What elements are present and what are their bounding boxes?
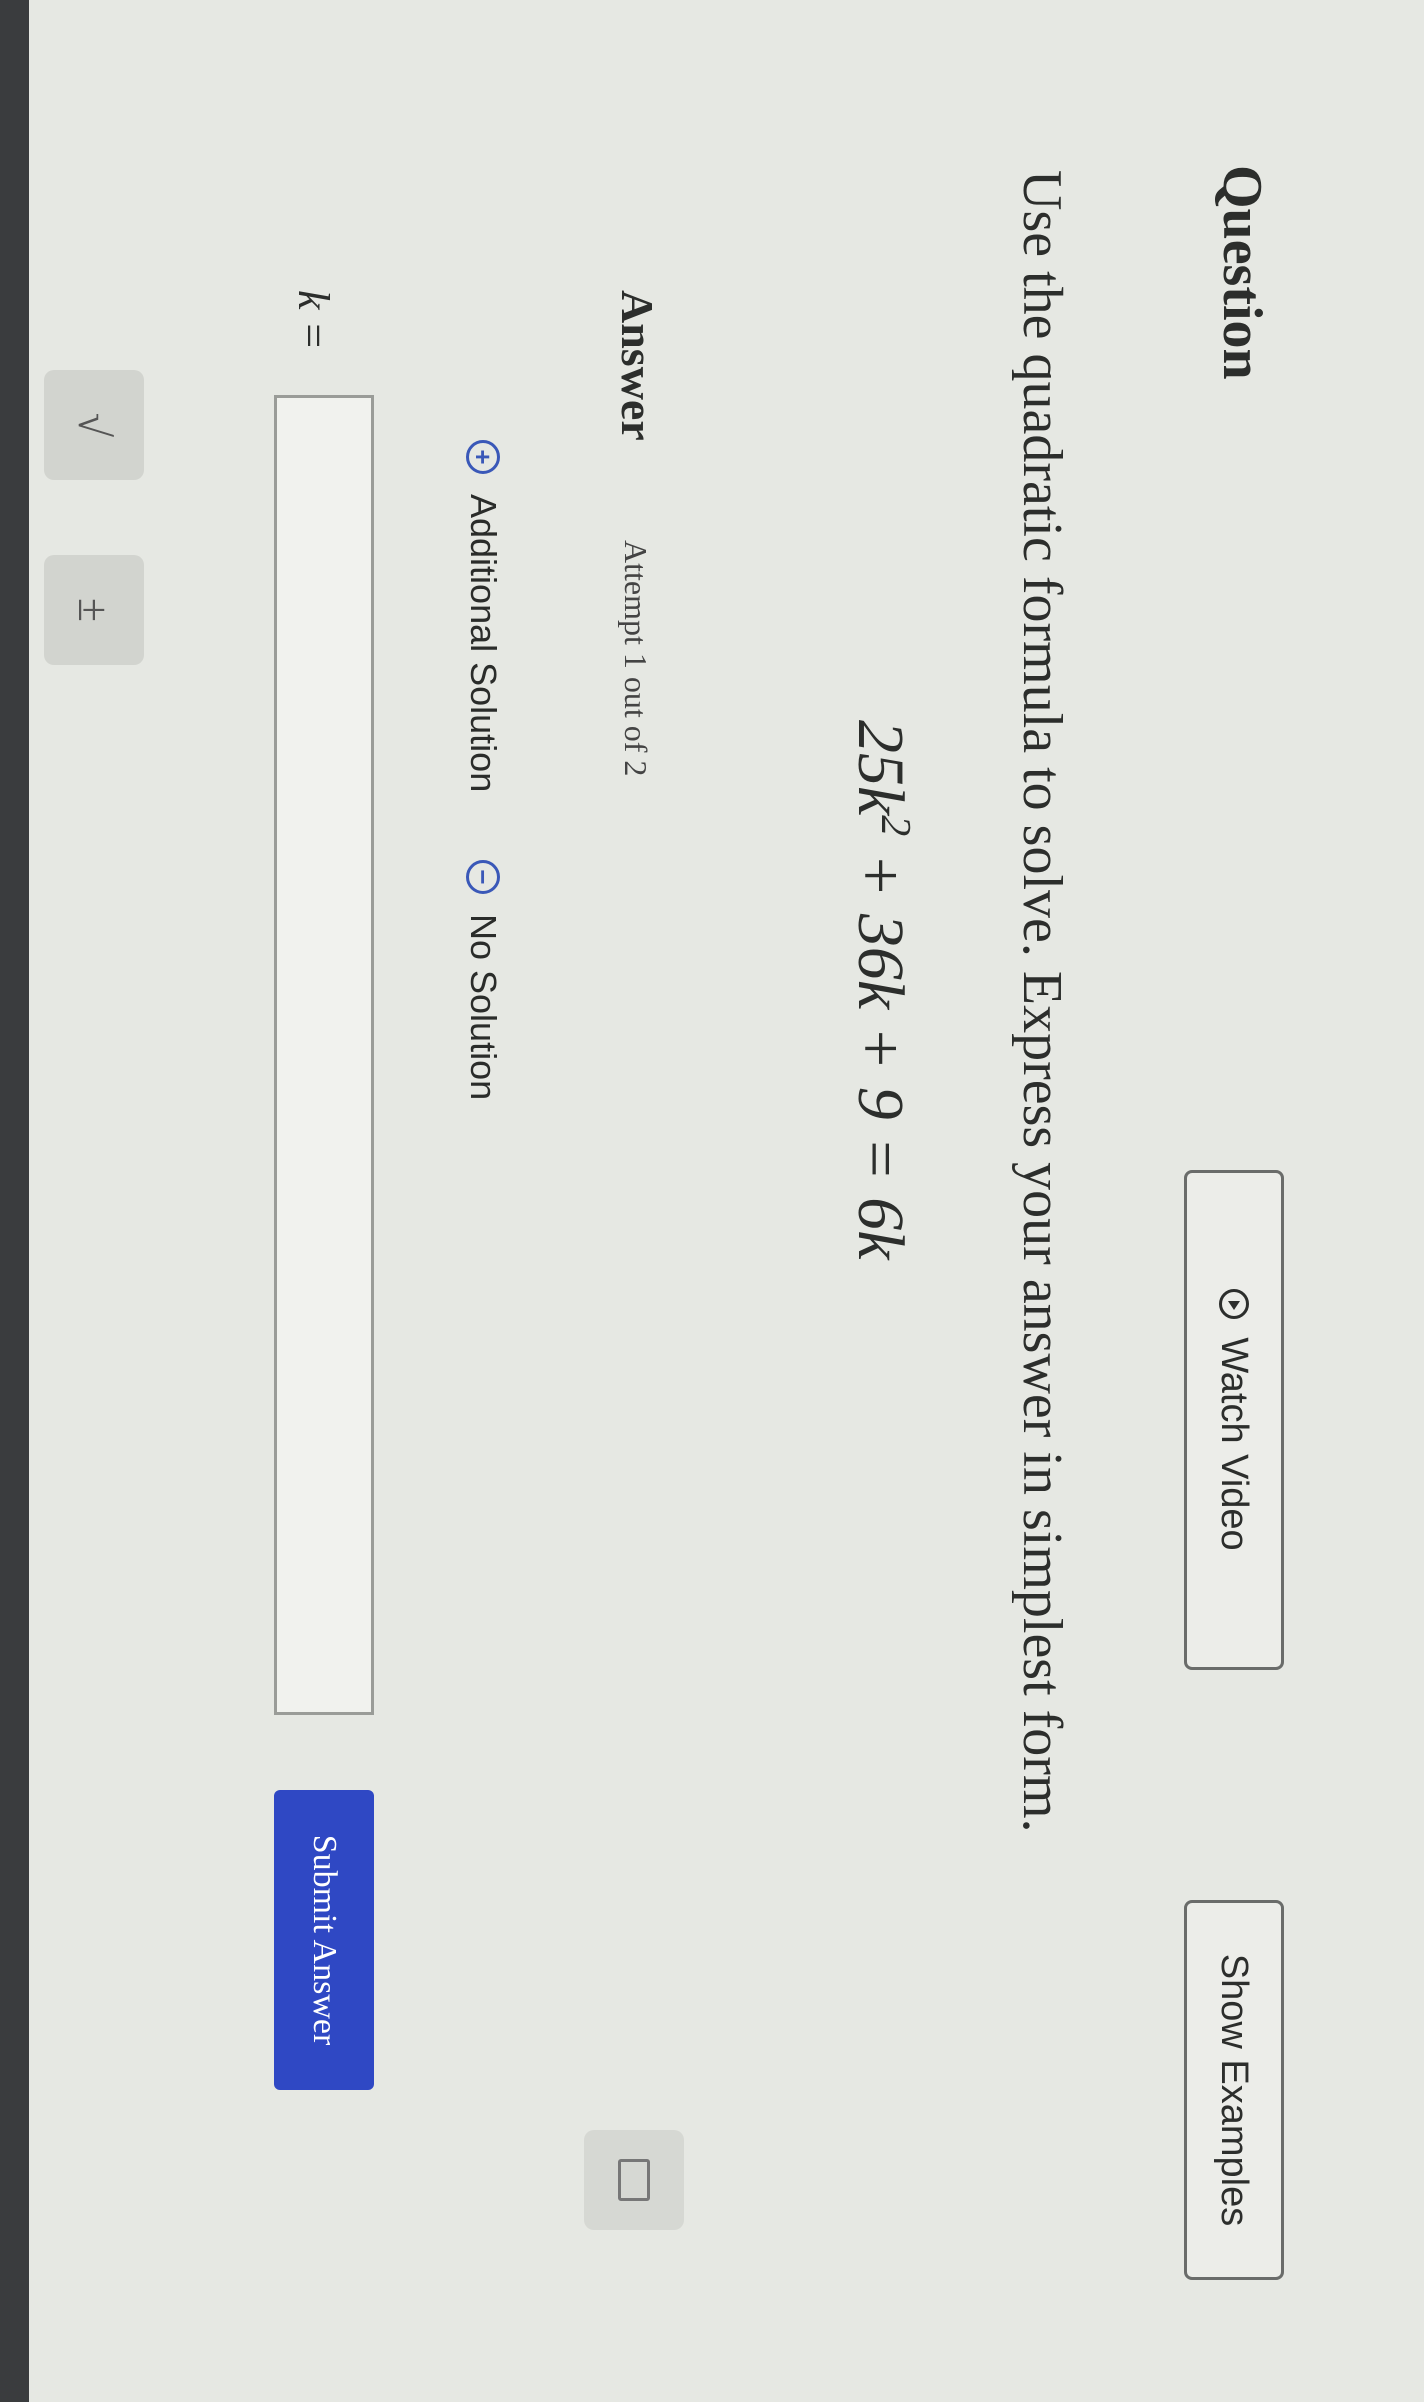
plus-minus-button[interactable]: ± — [44, 555, 144, 665]
additional-solution-option[interactable]: + Additional Solution — [462, 440, 504, 792]
answer-heading: Answer — [612, 290, 663, 441]
watch-video-label: Watch Video — [1213, 1337, 1256, 1551]
minus-circle-icon: − — [466, 860, 500, 894]
play-circle-icon — [1219, 1289, 1249, 1320]
submit-answer-button[interactable]: Submit Answer — [274, 1790, 374, 2090]
no-solution-option[interactable]: − No Solution — [462, 860, 504, 1100]
question-prompt: Use the quadratic formula to solve. Expr… — [1011, 170, 1073, 1833]
sqrt-button[interactable]: √ — [44, 370, 144, 480]
question-title: Question — [1211, 165, 1273, 380]
screen: Question Watch Video Show Examples Use t… — [0, 0, 1424, 2402]
equation: 25k2 + 36k + 9 = 6k — [842, 720, 919, 1260]
keyboard-icon-shape — [618, 2159, 650, 2201]
watch-video-button[interactable]: Watch Video — [1184, 1170, 1284, 1670]
keyboard-icon[interactable] — [584, 2130, 684, 2230]
equation-rest: + 36k + 9 = 6k — [844, 836, 917, 1260]
monitor-bezel — [0, 0, 29, 2402]
show-examples-button[interactable]: Show Examples — [1184, 1900, 1284, 2280]
plus-circle-icon: + — [466, 440, 500, 474]
variable-label: k = — [289, 290, 338, 351]
equation-exponent: 2 — [872, 815, 918, 837]
answer-input[interactable] — [274, 395, 374, 1715]
equation-term-a: 25k — [844, 720, 917, 816]
show-examples-label: Show Examples — [1213, 1953, 1256, 2227]
additional-solution-label: Additional Solution — [463, 494, 504, 793]
attempt-counter: Attempt 1 out of 2 — [618, 540, 654, 777]
no-solution-label: No Solution — [463, 914, 504, 1101]
